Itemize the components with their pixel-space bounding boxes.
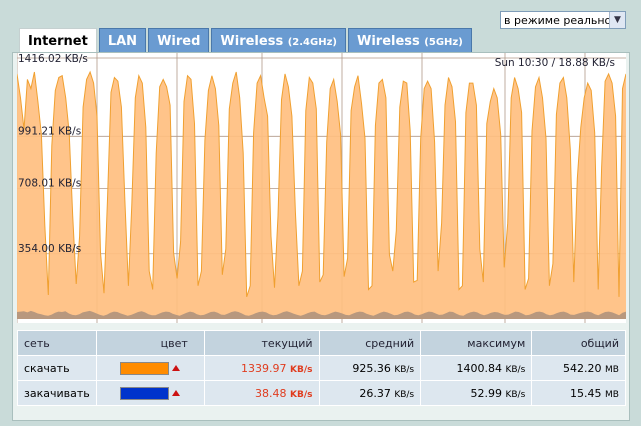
- value: 52.99: [470, 386, 502, 400]
- maximum-value: 1400.84 KB/s: [420, 355, 533, 381]
- y-tick-label: 1416.02 KB/s: [18, 53, 88, 65]
- color-cell: [95, 355, 205, 381]
- tab-label: Wired: [157, 34, 201, 49]
- col-color-label: цвет: [160, 336, 188, 350]
- value: 925.36: [352, 361, 391, 375]
- total-value: 15.45 MB: [531, 380, 626, 406]
- network-tabs: Internet LAN Wired Wireless (2.4GHz) Wir…: [19, 28, 474, 53]
- row-network-label: скачать: [17, 355, 97, 381]
- value: 15.45: [570, 386, 602, 400]
- tab-lan[interactable]: LAN: [98, 28, 147, 53]
- unit: KB/s: [394, 364, 415, 375]
- display-mode-select[interactable]: в режиме реально ▼: [500, 11, 626, 29]
- tab-band-label: (2.4GHz): [287, 37, 337, 48]
- y-tick-label: 991.21 KB/s: [18, 125, 81, 137]
- tab-wireless-24ghz[interactable]: Wireless (2.4GHz): [211, 28, 346, 53]
- unit: MB: [605, 389, 619, 400]
- display-mode-value: в режиме реально: [504, 14, 612, 27]
- y-tick-label: 354.00 KB/s: [18, 243, 81, 255]
- tab-internet[interactable]: Internet: [19, 28, 97, 53]
- unit: KB/s: [394, 389, 415, 400]
- maximum-value: 52.99 KB/s: [420, 380, 533, 406]
- tab-wired[interactable]: Wired: [148, 28, 210, 53]
- value: 26.37: [359, 386, 391, 400]
- col-maximum: максимум: [420, 330, 533, 356]
- table-row-upload: закачивать 38.48 KB/s 26.37 KB/s 52.99 K…: [17, 380, 626, 406]
- color-picker-icon[interactable]: [172, 365, 181, 372]
- chevron-down-icon[interactable]: ▼: [609, 12, 625, 28]
- value: 542.20: [563, 361, 602, 375]
- traffic-stats-table: сеть цвет текущий средний максимум общий…: [17, 330, 626, 406]
- tab-band-label: (5GHz): [424, 37, 463, 48]
- unit: KB/s: [505, 364, 526, 375]
- total-value: 542.20 MB: [531, 355, 626, 381]
- unit: KB/s: [290, 364, 313, 375]
- tab-label: LAN: [107, 34, 138, 49]
- traffic-chart: 1416.02 KB/s 991.21 KB/s 708.01 KB/s 354.00…: [17, 53, 626, 323]
- average-value: 26.37 KB/s: [318, 380, 422, 406]
- unit: MB: [605, 364, 619, 375]
- color-picker-icon[interactable]: [172, 390, 181, 397]
- value: 1400.84: [456, 361, 502, 375]
- tab-label: Internet: [28, 34, 88, 49]
- unit: KB/s: [290, 389, 313, 400]
- color-cell: [95, 380, 205, 406]
- col-average: средний: [318, 330, 422, 356]
- tab-wireless-5ghz[interactable]: Wireless (5GHz): [347, 28, 472, 53]
- unit: KB/s: [505, 389, 526, 400]
- col-network: сеть: [17, 330, 97, 356]
- col-current: текущий: [203, 330, 320, 356]
- col-total: общий: [531, 330, 626, 356]
- tab-label: Wireless: [220, 34, 288, 49]
- average-value: 925.36 KB/s: [318, 355, 422, 381]
- row-network-label: закачивать: [17, 380, 97, 406]
- table-header-row: сеть цвет текущий средний максимум общий: [17, 330, 626, 356]
- y-tick-label: 708.01 KB/s: [18, 178, 81, 190]
- current-value: 1339.97 KB/s: [203, 355, 320, 381]
- chart-timestamp: Sun 10:30 / 18.88 KB/s: [495, 57, 615, 69]
- value: 38.48: [255, 386, 287, 400]
- color-swatch: [120, 361, 170, 375]
- color-swatch: [120, 386, 170, 400]
- current-value: 38.48 KB/s: [203, 380, 320, 406]
- table-row-download: скачать 1339.97 KB/s 925.36 KB/s 1400.84…: [17, 355, 626, 381]
- value: 1339.97: [241, 361, 287, 375]
- col-color: цвет: [95, 330, 205, 356]
- tab-label: Wireless: [356, 34, 425, 49]
